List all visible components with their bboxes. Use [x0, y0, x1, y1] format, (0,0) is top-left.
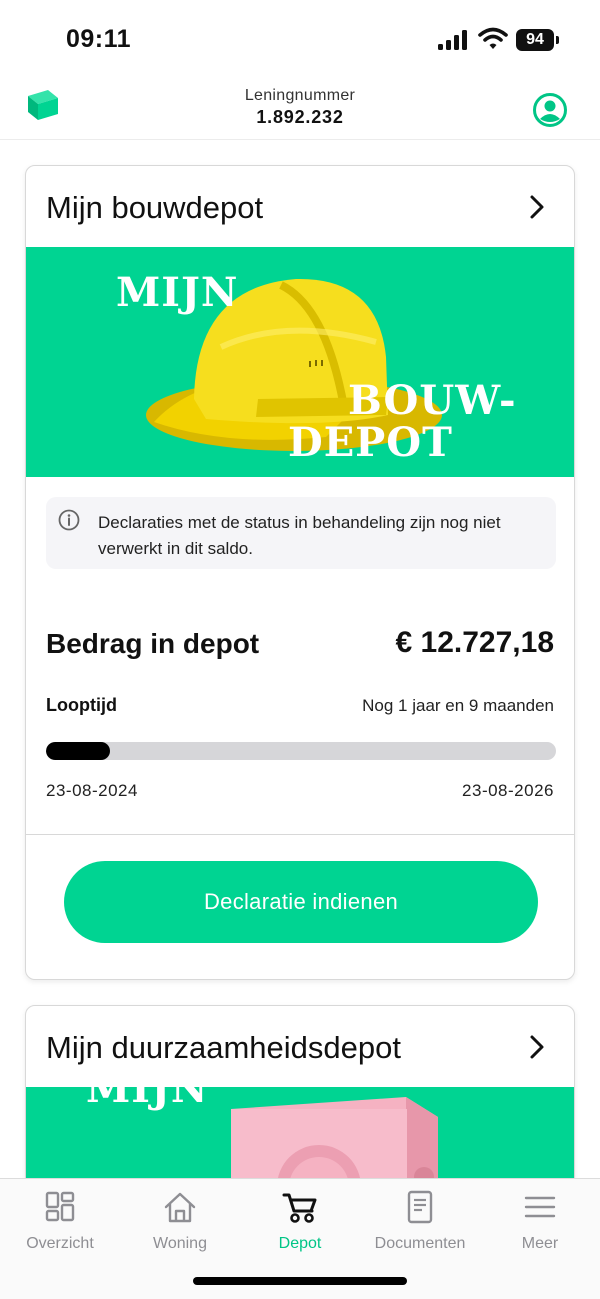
nav-item-overzicht[interactable]: Overzicht [0, 1189, 120, 1259]
loan-number-label: Leningnummer [244, 87, 356, 104]
home-indicator [193, 1277, 407, 1285]
duurzaamheidsdepot-card-title[interactable]: Mijn duurzaamheidsdepot [46, 1030, 401, 1066]
info-notice: Declaraties met de status in behandeling… [46, 497, 556, 569]
end-date: 23-08-2026 [462, 781, 554, 800]
signal-icon [438, 30, 468, 50]
grid-icon [45, 1191, 75, 1222]
nav-item-woning[interactable]: Woning [120, 1189, 240, 1259]
bouwdepot-banner: MIJN BOUW- DEPOT [26, 247, 574, 477]
start-date: 23-08-2024 [46, 781, 138, 800]
term-progress-fill [46, 742, 110, 760]
wifi-icon [478, 27, 508, 49]
term-remaining: Nog 1 jaar en 9 maanden [362, 696, 554, 715]
status-bar: 09:11 94 [0, 0, 600, 80]
house-icon [164, 1192, 196, 1223]
battery-indicator: 94 [516, 29, 559, 51]
profile-icon[interactable] [532, 92, 568, 128]
wheelbarrow-icon [282, 1193, 317, 1223]
info-notice-text: Declaraties met de status in behandeling… [98, 513, 501, 558]
nav-label: Documenten [374, 1235, 466, 1252]
loan-number-value: 1.892.232 [256, 107, 344, 127]
bouwdepot-card: Mijn bouwdepot MIJN BOUW- DEPOT Declarat… [25, 165, 575, 980]
nav-label: Overzicht [26, 1235, 94, 1252]
banner-text-bouw: BOUW- [348, 377, 517, 424]
submit-declaration-button[interactable]: Declaratie indienen [64, 861, 538, 943]
card-divider [26, 834, 574, 835]
nav-label: Depot [278, 1235, 322, 1252]
menu-icon [524, 1196, 556, 1218]
info-icon [58, 509, 80, 531]
term-progress-bar [46, 742, 556, 760]
nav-label: Meer [521, 1235, 559, 1252]
chevron-right-icon[interactable] [528, 1034, 546, 1060]
term-label: Looptijd [46, 695, 117, 715]
bouwdepot-card-title[interactable]: Mijn bouwdepot [46, 190, 263, 226]
nav-item-depot[interactable]: Depot [240, 1189, 360, 1259]
chevron-right-icon[interactable] [528, 194, 546, 220]
amount-label: Bedrag in depot [46, 628, 260, 659]
document-icon [407, 1190, 433, 1224]
status-time: 09:11 [66, 25, 132, 53]
nav-item-meer[interactable]: Meer [480, 1189, 600, 1259]
banner-text-depot: DEPOT [288, 419, 453, 466]
nav-label: Woning [153, 1235, 207, 1252]
nav-item-documenten[interactable]: Documenten [360, 1189, 480, 1259]
app-header: Leningnummer 1.892.232 [0, 80, 600, 140]
amount-value: € 12.727,18 [395, 626, 554, 659]
banner-text-mijn: MIJN [116, 269, 239, 316]
banner-text-mijn: MIJN [86, 1087, 209, 1112]
